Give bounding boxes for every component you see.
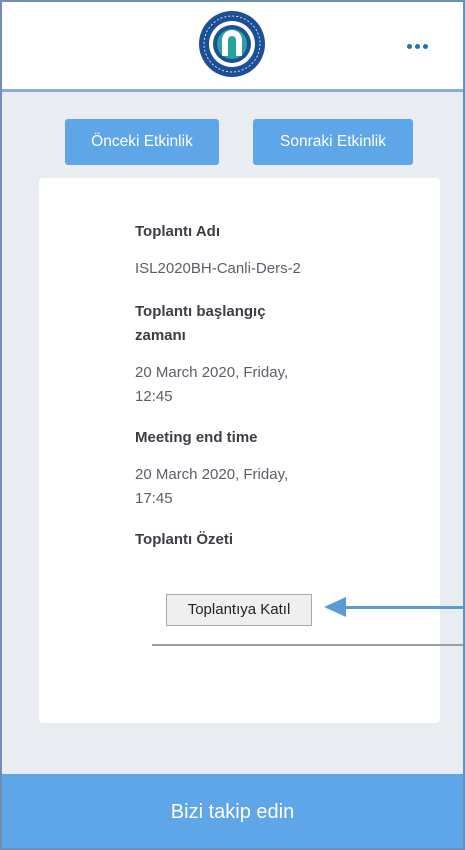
meeting-start-label: Toplantı başlangıç	[135, 303, 266, 320]
meeting-end-label: Meeting end time	[135, 429, 258, 446]
previous-event-button[interactable]: Önceki Etkinlik	[65, 119, 219, 165]
meeting-end-value: 20 March 2020, Friday,	[135, 466, 289, 483]
meeting-start-label-cont: zamanı	[135, 327, 186, 344]
app-frame: Önceki Etkinlik Sonraki Etkinlik Toplant…	[0, 0, 465, 850]
next-event-button[interactable]: Sonraki Etkinlik	[253, 119, 413, 165]
meeting-end-time: 17:45	[135, 490, 173, 507]
meeting-start-value: 20 March 2020, Friday,	[135, 364, 289, 381]
dot	[422, 43, 428, 49]
top-bar	[2, 2, 463, 92]
follow-us-footer[interactable]: Bizi takip edin	[2, 774, 463, 848]
dot	[414, 43, 420, 49]
more-dots-icon[interactable]	[400, 36, 434, 56]
dot	[406, 43, 412, 49]
meeting-name-label: Toplantı Adı	[135, 223, 220, 240]
university-logo[interactable]	[198, 10, 266, 78]
meeting-name-value: ISL2020BH-Canli-Ders-2	[135, 260, 301, 277]
join-meeting-button[interactable]: Toplantıya Katıl	[166, 594, 312, 626]
callout-arrow-head	[324, 597, 346, 617]
divider	[152, 644, 463, 646]
meeting-summary-label: Toplantı Özeti	[135, 531, 234, 548]
meeting-start-time: 12:45	[135, 388, 173, 405]
callout-arrow-line	[342, 606, 463, 609]
